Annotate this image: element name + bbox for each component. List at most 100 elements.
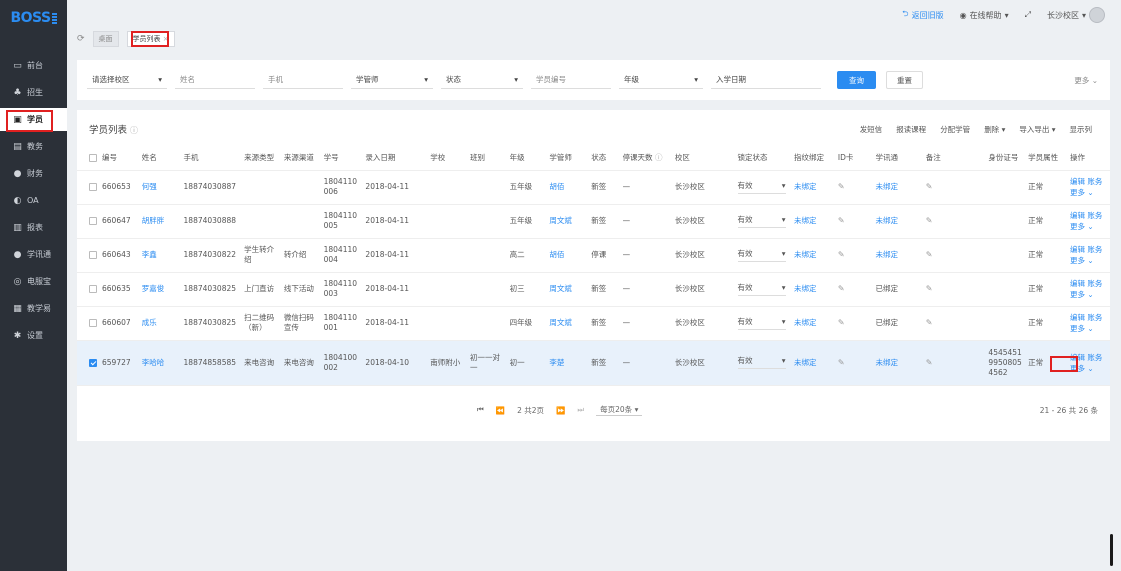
panel-action-4[interactable]: 导入导出 ▾ — [1019, 124, 1055, 135]
more-menu[interactable]: 更多 ⌄ — [1070, 256, 1094, 265]
account-link[interactable]: 账务 — [1087, 279, 1102, 288]
edit-link[interactable]: 编辑 — [1070, 313, 1085, 322]
grade-select[interactable]: 年级 ▾ — [619, 71, 703, 89]
sidebar-item-1[interactable]: ♣ 招生 — [0, 81, 67, 104]
row-checkbox[interactable] — [89, 285, 97, 293]
manager-select[interactable]: 学管师 ▾ — [351, 71, 433, 89]
xxt-bind-link[interactable]: 未绑定 — [876, 182, 899, 191]
lock-status-select[interactable]: 有效 ▾ — [737, 317, 786, 330]
sidebar-item-9[interactable]: ▦ 教学易 — [0, 297, 67, 320]
row-checkbox[interactable] — [89, 217, 97, 225]
edit-icon[interactable]: ✎ — [926, 358, 933, 367]
student-no-input[interactable]: 学员编号 — [531, 71, 611, 89]
enroll-date-input[interactable]: 入学日期 — [711, 71, 821, 89]
tab-desktop[interactable]: 桌面 — [92, 31, 119, 47]
lock-status-select[interactable]: 有效 ▾ — [737, 283, 786, 296]
sidebar-item-3[interactable]: ▤ 教务 — [0, 135, 67, 158]
more-menu[interactable]: 更多 ⌄ — [1070, 222, 1094, 231]
student-name-link[interactable]: 李哈哈 — [142, 358, 165, 367]
sidebar-item-10[interactable]: ✱ 设置 — [0, 324, 67, 347]
sidebar-item-8[interactable]: ◎ 电服宝 — [0, 270, 67, 293]
sidebar-item-6[interactable]: ▥ 报表 — [0, 216, 67, 239]
campus-select[interactable]: 请选择校区 ▾ — [87, 71, 167, 89]
fingerprint-bind-link[interactable]: 未绑定 — [794, 318, 817, 327]
more-menu[interactable]: 更多 ⌄ — [1070, 324, 1094, 333]
status-select[interactable]: 状态 ▾ — [441, 71, 523, 89]
edit-icon[interactable]: ✎ — [838, 358, 845, 367]
account-link[interactable]: 账务 — [1087, 353, 1102, 362]
manager-link[interactable]: 胡佰 — [549, 182, 564, 191]
boss-logo[interactable]: BOSS — [0, 0, 67, 36]
lock-status-select[interactable]: 有效 ▾ — [737, 215, 786, 228]
scroll-indicator[interactable] — [1110, 534, 1113, 566]
edit-icon[interactable]: ✎ — [926, 284, 933, 293]
more-filters-toggle[interactable]: 更多 ⌄ — [1074, 75, 1098, 86]
fingerprint-bind-link[interactable]: 未绑定 — [794, 250, 817, 259]
avatar[interactable] — [1089, 7, 1105, 23]
row-checkbox[interactable] — [89, 319, 97, 327]
student-name-link[interactable]: 成乐 — [142, 318, 157, 327]
xxt-bind-link[interactable]: 已绑定 — [876, 284, 899, 293]
manager-link[interactable]: 胡佰 — [549, 250, 564, 259]
xxt-bind-link[interactable]: 已绑定 — [876, 318, 899, 327]
fingerprint-bind-link[interactable]: 未绑定 — [794, 216, 817, 225]
sidebar-item-0[interactable]: ▭ 前台 — [0, 54, 67, 77]
xxt-bind-link[interactable]: 未绑定 — [876, 358, 899, 367]
lock-status-select[interactable]: 有效 ▾ — [737, 356, 786, 369]
lock-status-select[interactable]: 有效 ▾ — [737, 249, 786, 262]
table-row[interactable]: 660643 李鑫 18874030822 学生转介绍 转介绍 1804110004 201… — [77, 238, 1110, 273]
fingerprint-bind-link[interactable]: 未绑定 — [794, 284, 817, 293]
edit-link[interactable]: 编辑 — [1070, 279, 1085, 288]
page-indicator[interactable]: 2 共2页 — [517, 405, 544, 416]
edit-icon[interactable]: ✎ — [926, 216, 933, 225]
panel-action-0[interactable]: 发短信 — [860, 124, 883, 135]
next-page-icon[interactable]: ⏩ — [556, 406, 565, 415]
help-icon[interactable]: ⓘ — [130, 126, 138, 135]
back-old-version-link[interactable]: ⮌ 返回旧版 — [902, 8, 943, 22]
table-row[interactable]: 660635 罗嘉俊 18874030825 上门直访 线下活动 1804110003 20… — [77, 272, 1110, 307]
edit-icon[interactable]: ✎ — [838, 318, 845, 327]
row-checkbox[interactable] — [89, 358, 97, 367]
manager-link[interactable]: 周文斌 — [549, 216, 572, 225]
account-link[interactable]: 账务 — [1087, 211, 1102, 220]
panel-action-3[interactable]: 删除 ▾ — [984, 124, 1005, 135]
lock-status-select[interactable]: 有效 ▾ — [737, 181, 786, 194]
table-row[interactable]: 660647 胡胖胖 18874030888 1804110005 2018-04-11… — [77, 204, 1110, 239]
edit-link[interactable]: 编辑 — [1070, 177, 1085, 186]
table-row[interactable]: 660653 何强 18874030887 1804110006 2018-04-11 五… — [77, 170, 1110, 205]
account-link[interactable]: 账务 — [1087, 245, 1102, 254]
first-page-icon[interactable]: ⏮ — [477, 405, 484, 415]
row-checkbox[interactable] — [89, 183, 97, 191]
table-row[interactable]: 660607 成乐 18874030825 扫二维码（新） 微信扫码宣传 18041100… — [77, 306, 1110, 341]
edit-icon[interactable]: ✎ — [926, 182, 933, 191]
campus-switcher[interactable]: 长沙校区 ▾ — [1047, 7, 1105, 23]
page-size-select[interactable]: 每页20条 ▾ — [596, 404, 643, 416]
prev-page-icon[interactable]: ⏪ — [496, 406, 505, 415]
name-input[interactable]: 姓名 — [175, 71, 255, 89]
table-row[interactable]: 659727 李哈哈 18874858585 来电咨询 来电咨询 1804100002 20… — [77, 340, 1110, 386]
refresh-icon[interactable]: ⟳ — [77, 34, 85, 44]
sidebar-item-4[interactable]: ● 财务 — [0, 162, 67, 185]
manager-link[interactable]: 周文斌 — [549, 284, 572, 293]
xxt-bind-link[interactable]: 未绑定 — [876, 216, 899, 225]
student-name-link[interactable]: 何强 — [142, 182, 157, 191]
manager-link[interactable]: 周文斌 — [549, 318, 572, 327]
panel-action-2[interactable]: 分配学管 — [940, 124, 970, 135]
student-name-link[interactable]: 李鑫 — [142, 250, 157, 259]
more-menu[interactable]: 更多 ⌄ — [1070, 188, 1094, 197]
panel-action-5[interactable]: 显示列 — [1070, 124, 1093, 135]
select-all-checkbox[interactable] — [89, 153, 97, 162]
account-link[interactable]: 账务 — [1087, 177, 1102, 186]
edit-icon[interactable]: ✎ — [838, 182, 845, 191]
edit-icon[interactable]: ✎ — [838, 216, 845, 225]
account-link[interactable]: 账务 — [1087, 313, 1102, 322]
online-help-menu[interactable]: ◉ 在线帮助 ▾ — [960, 10, 1009, 21]
fingerprint-bind-link[interactable]: 未绑定 — [794, 182, 817, 191]
more-menu[interactable]: 更多 ⌄ — [1070, 290, 1094, 299]
row-checkbox[interactable] — [89, 251, 97, 259]
sidebar-item-7[interactable]: ● 学讯通 — [0, 243, 67, 266]
edit-icon[interactable]: ✎ — [838, 250, 845, 259]
student-name-link[interactable]: 胡胖胖 — [142, 216, 165, 225]
query-button[interactable]: 查询 — [837, 71, 876, 89]
xxt-bind-link[interactable]: 未绑定 — [876, 250, 899, 259]
